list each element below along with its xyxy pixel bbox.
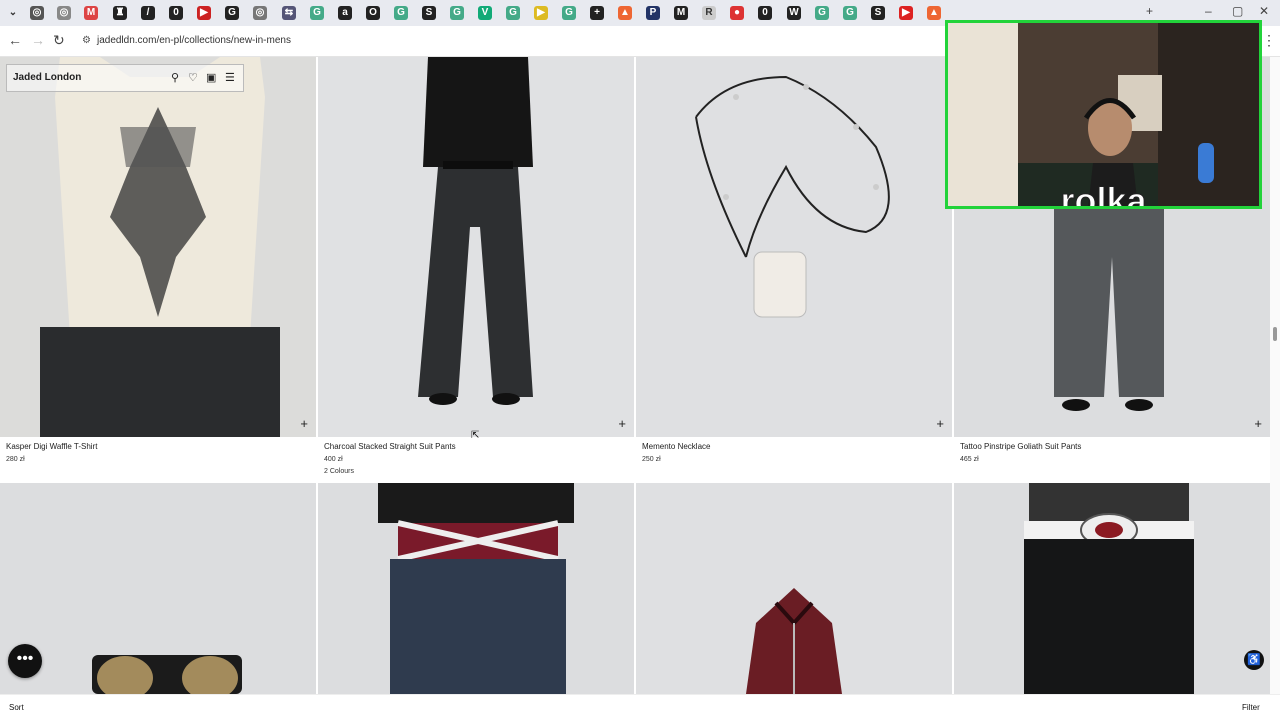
- product-image[interactable]: +: [636, 57, 952, 437]
- product-name[interactable]: Memento Necklace: [642, 442, 710, 451]
- forward-icon[interactable]: →: [31, 32, 45, 48]
- search-icon[interactable]: ⚲: [171, 71, 179, 84]
- back-icon[interactable]: ←: [8, 32, 22, 48]
- bag-icon[interactable]: ▣: [206, 71, 216, 84]
- tab-favicon[interactable]: S: [422, 6, 436, 20]
- product-card[interactable]: + Memento Necklace 250 zł: [636, 57, 952, 477]
- menu-icon[interactable]: ☰: [225, 71, 235, 84]
- product-image[interactable]: +: [318, 57, 634, 437]
- product-name[interactable]: Tattoo Pinstripe Goliath Suit Pants: [960, 442, 1081, 451]
- scrollbar-thumb[interactable]: [1273, 327, 1277, 341]
- product-price: 280 zł: [6, 456, 25, 463]
- product-photo: [318, 57, 634, 437]
- url-text: jadedldn.com/en-pl/collections/new-in-me…: [96, 35, 291, 46]
- sort-button[interactable]: Sort: [9, 703, 24, 712]
- quick-add-icon[interactable]: +: [936, 416, 944, 431]
- tab-favicon[interactable]: ◎: [30, 6, 44, 20]
- product-photo: [636, 483, 952, 694]
- mouse-cursor-icon: ⇱: [471, 430, 480, 441]
- accessibility-icon: ♿: [1247, 654, 1261, 666]
- product-card[interactable]: [636, 483, 952, 694]
- webcam-feed: [948, 23, 1259, 206]
- tab-favicon[interactable]: ▶: [197, 6, 211, 20]
- accessibility-button[interactable]: ♿: [1244, 650, 1264, 670]
- product-photo: [0, 483, 316, 694]
- product-photo: [636, 57, 952, 437]
- site-header: Jaded London ⚲ ♡ ▣ ☰: [6, 64, 244, 92]
- brand-logo[interactable]: Jaded London: [13, 72, 81, 83]
- tab-favicon-youtube[interactable]: ▶: [899, 6, 913, 20]
- product-card[interactable]: + Kasper Digi Waffle T-Shirt 280 zł: [0, 57, 316, 477]
- tab-favicon[interactable]: +: [590, 6, 604, 20]
- tab-favicon[interactable]: ◎: [253, 6, 267, 20]
- product-photo: [954, 483, 1270, 694]
- product-card[interactable]: [0, 483, 316, 694]
- new-tab-button[interactable]: +: [1146, 4, 1153, 18]
- tab-favicon[interactable]: ▲: [618, 6, 632, 20]
- product-card[interactable]: [318, 483, 634, 694]
- product-image[interactable]: [318, 483, 634, 694]
- reload-icon[interactable]: ↻: [53, 32, 65, 49]
- page-scrollbar[interactable]: [1270, 57, 1280, 694]
- tab-favicon[interactable]: ♜: [113, 6, 127, 20]
- product-price: 400 zł: [324, 456, 343, 463]
- product-photo: [0, 57, 316, 437]
- minimize-icon[interactable]: –: [1205, 4, 1212, 18]
- product-card[interactable]: [954, 483, 1270, 694]
- quick-add-icon[interactable]: +: [618, 416, 626, 431]
- tab-favicon-amazon[interactable]: a: [338, 6, 352, 20]
- tab-favicon[interactable]: O: [366, 6, 380, 20]
- chat-icon: •••: [16, 650, 34, 667]
- tab-favicon-google[interactable]: G: [450, 6, 464, 20]
- close-window-icon[interactable]: ✕: [1259, 4, 1269, 18]
- tab-favicon[interactable]: /: [141, 6, 155, 20]
- product-name[interactable]: Kasper Digi Waffle T-Shirt: [6, 442, 97, 451]
- tab-favicon[interactable]: ◎: [57, 6, 71, 20]
- product-name[interactable]: Charcoal Stacked Straight Suit Pants: [324, 442, 456, 451]
- tab-favicon[interactable]: ▲: [927, 6, 941, 20]
- product-price: 250 zł: [642, 456, 661, 463]
- product-colour-count[interactable]: 2 Colours: [324, 468, 354, 475]
- product-photo: [318, 483, 634, 694]
- tab-favicon[interactable]: 0: [758, 6, 772, 20]
- site-info-icon[interactable]: ⚙: [82, 31, 91, 51]
- tab-favicon[interactable]: G: [225, 6, 239, 20]
- url-field[interactable]: ⚙ jadedldn.com/en-pl/collections/new-in-m…: [76, 31, 936, 51]
- tab-favicon[interactable]: R: [702, 6, 716, 20]
- tab-favicon[interactable]: V: [478, 6, 492, 20]
- tab-favicon-google[interactable]: G: [843, 6, 857, 20]
- product-image[interactable]: [954, 483, 1270, 694]
- product-card[interactable]: + Charcoal Stacked Straight Suit Pants 4…: [318, 57, 634, 477]
- tab-favicon[interactable]: 0: [169, 6, 183, 20]
- product-image[interactable]: [0, 483, 316, 694]
- sort-filter-bar: Sort Filter: [0, 694, 1280, 721]
- product-price: 465 zł: [960, 456, 979, 463]
- tab-favicon[interactable]: ⇆: [282, 6, 296, 20]
- chat-button[interactable]: •••: [8, 644, 42, 678]
- quick-add-icon[interactable]: +: [1254, 416, 1262, 431]
- wishlist-icon[interactable]: ♡: [188, 71, 198, 84]
- filter-button[interactable]: Filter: [1242, 703, 1260, 712]
- tab-favicon-google[interactable]: G: [310, 6, 324, 20]
- quick-add-icon[interactable]: +: [300, 416, 308, 431]
- product-image[interactable]: [636, 483, 952, 694]
- webcam-caption: rolka: [1060, 180, 1147, 209]
- tab-favicon[interactable]: P: [646, 6, 660, 20]
- maximize-icon[interactable]: ▢: [1232, 4, 1243, 18]
- tab-favicon-google[interactable]: G: [394, 6, 408, 20]
- tab-list-icon[interactable]: ⌄: [6, 6, 20, 20]
- tab-favicon[interactable]: S: [871, 6, 885, 20]
- tab-favicon-google[interactable]: G: [562, 6, 576, 20]
- tab-favicon[interactable]: ▶: [534, 6, 548, 20]
- tab-favicon[interactable]: ●: [730, 6, 744, 20]
- tab-favicon[interactable]: M: [674, 6, 688, 20]
- browser-menu-icon[interactable]: ⋮: [1262, 32, 1276, 49]
- product-image[interactable]: +: [0, 57, 316, 437]
- tab-favicon[interactable]: W: [787, 6, 801, 20]
- tab-favicon-google[interactable]: G: [815, 6, 829, 20]
- tab-favicon-gmail[interactable]: M: [84, 6, 98, 20]
- tab-favicon-google[interactable]: G: [506, 6, 520, 20]
- webcam-overlay: rolka: [945, 20, 1262, 209]
